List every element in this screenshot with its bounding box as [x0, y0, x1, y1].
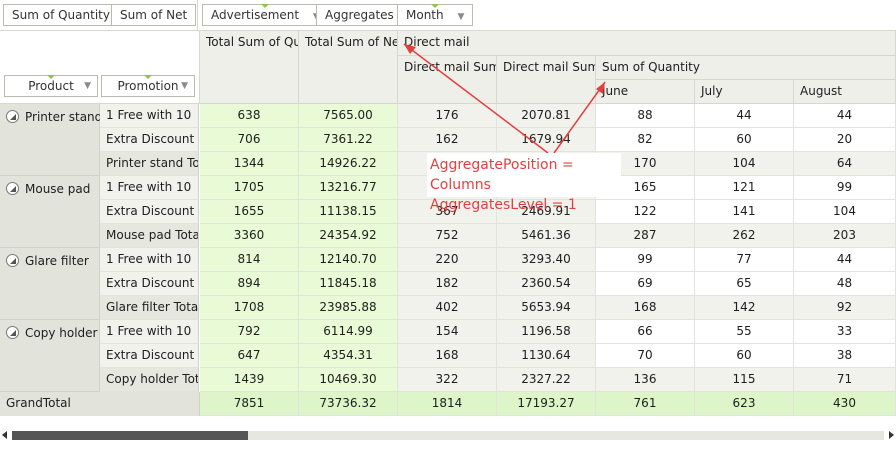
arrow-to-sum-of-quantity [553, 81, 606, 154]
annotation-line: AggregatesLevel = 1 [430, 197, 577, 213]
annotation-arrows [403, 43, 606, 154]
arrow-to-direct-mail [403, 43, 549, 154]
scroll-thumb[interactable] [12, 431, 248, 440]
horizontal-scrollbar[interactable] [0, 427, 896, 443]
scroll-left-arrow-icon[interactable] [2, 431, 7, 439]
annotation-callout: AggregatePosition = Columns AggregatesLe… [427, 153, 621, 213]
scroll-right-arrow-icon[interactable] [889, 431, 894, 439]
annotation-line: AggregatePosition = Columns [430, 157, 574, 193]
